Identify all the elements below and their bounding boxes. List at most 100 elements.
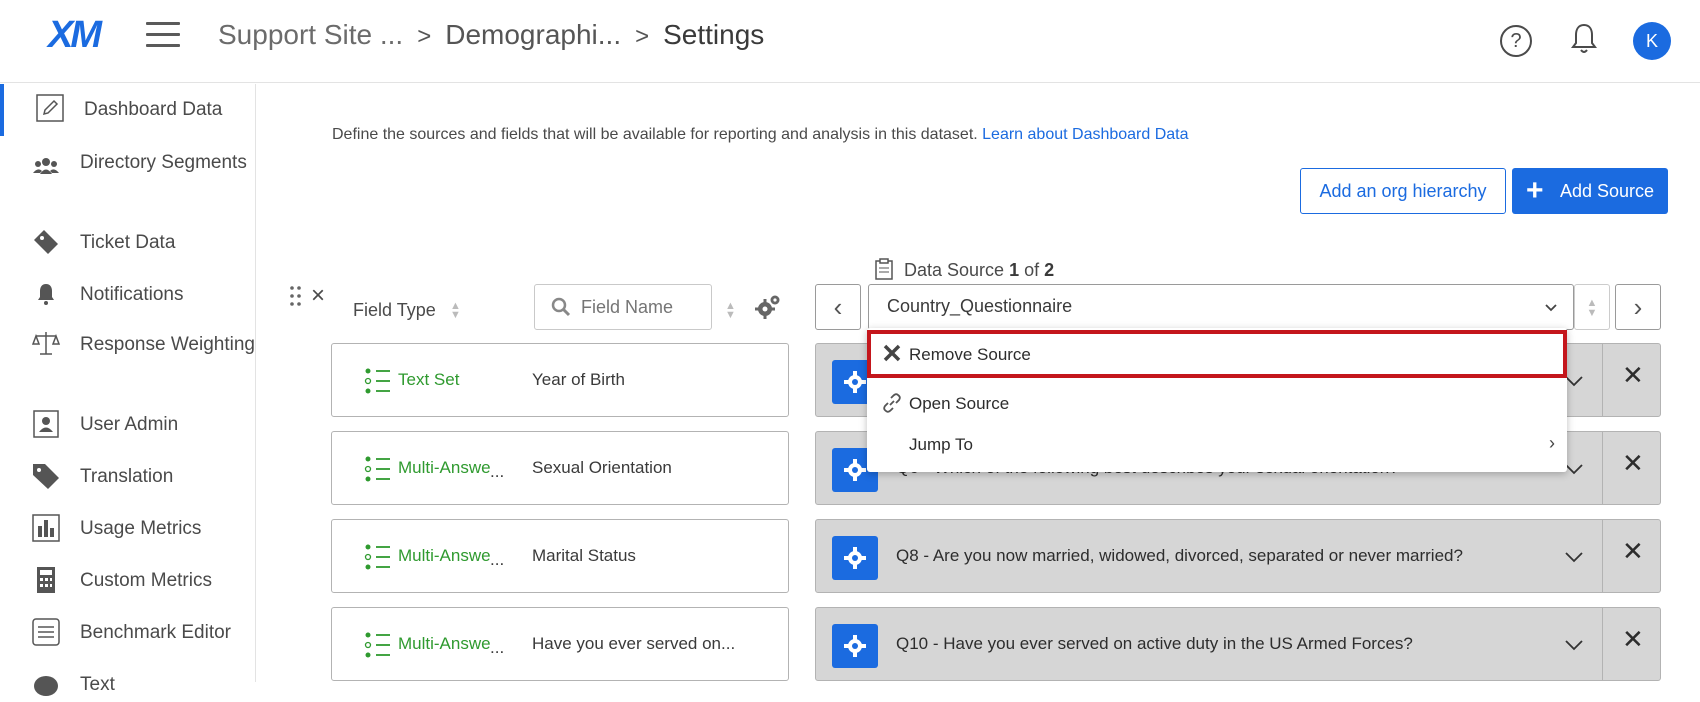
- data-source-index: 1: [1009, 260, 1020, 280]
- field-row[interactable]: Multi-Answe ... Marital Status: [331, 519, 789, 593]
- previous-source-button[interactable]: ‹: [815, 284, 861, 330]
- field-name: Sexual Orientation: [532, 458, 672, 477]
- clipboard-icon: [875, 258, 893, 280]
- tag-icon: [33, 464, 59, 489]
- calculator-icon: [37, 567, 55, 593]
- remove-source-menu-item[interactable]: Remove Source: [867, 330, 1567, 378]
- menu-item-label: Remove Source: [909, 345, 1031, 364]
- field-type-label: Multi-Answe: [398, 634, 491, 653]
- next-source-button[interactable]: ›: [1615, 284, 1661, 330]
- gear-icon: [844, 547, 866, 569]
- source-options-menu: Remove Source Open Source Jump To ›: [867, 328, 1567, 472]
- source-field-mapping[interactable]: Q8 - Are you now married, widowed, divor…: [815, 519, 1661, 593]
- chevron-down-icon[interactable]: [1564, 638, 1584, 652]
- sidebar-item-translation[interactable]: Translation: [0, 462, 255, 494]
- sidebar-item-benchmark-editor[interactable]: Benchmark Editor: [0, 618, 255, 650]
- chevron-down-icon[interactable]: [1564, 462, 1584, 476]
- data-source-text: Data Source: [904, 260, 1005, 280]
- mapped-question: Q8 - Are you now married, widowed, divor…: [896, 546, 1463, 565]
- breadcrumb-item-project[interactable]: Support Site ...: [218, 19, 403, 50]
- multi-answer-icon: [364, 456, 390, 482]
- sidebar-item-label: Directory Segments: [80, 152, 247, 173]
- add-org-hierarchy-button[interactable]: Add an org hierarchy: [1300, 168, 1506, 214]
- field-settings-button[interactable]: [832, 536, 878, 580]
- sidebar-item-response-weighting[interactable]: Response Weighting: [0, 332, 255, 384]
- gears-icon[interactable]: [753, 292, 783, 322]
- scale-icon: [31, 332, 61, 355]
- field-row[interactable]: Multi-Answe ... Have you ever served on.…: [331, 607, 789, 681]
- sidebar-item-label: Text: [80, 674, 115, 695]
- chevron-right-icon: ›: [1549, 433, 1555, 453]
- divider: [1602, 608, 1603, 680]
- page-description: Define the sources and fields that will …: [332, 126, 1189, 144]
- field-name-input[interactable]: [581, 295, 701, 319]
- sidebar-item-user-admin[interactable]: User Admin: [0, 410, 255, 442]
- jump-to-menu-item[interactable]: Jump To ›: [867, 423, 1567, 467]
- top-bar: XM Support Site ... > Demographi... > Settin…: [0, 0, 1700, 83]
- remove-mapping-icon[interactable]: ✕: [1622, 536, 1644, 567]
- sort-icon[interactable]: ▲ ▼: [450, 301, 462, 322]
- data-source-total: 2: [1044, 260, 1055, 280]
- chevron-down-icon[interactable]: [1564, 550, 1584, 564]
- multi-answer-icon: [364, 544, 390, 570]
- sidebar-item-text[interactable]: Text: [0, 670, 255, 702]
- bar-chart-icon: [32, 514, 60, 542]
- field-row[interactable]: Text Set Year of Birth: [331, 343, 789, 417]
- sidebar: Dashboard Data Directory Segments Ticket…: [0, 84, 256, 696]
- remove-mapping-icon[interactable]: ✕: [1622, 360, 1644, 391]
- menu-icon[interactable]: [146, 22, 180, 48]
- drag-handle-icon[interactable]: [289, 285, 303, 307]
- pencil-icon: [36, 94, 64, 122]
- remove-mapping-icon[interactable]: ✕: [1622, 448, 1644, 479]
- field-type-label: Multi-Answe: [398, 546, 491, 565]
- field-name: Marital Status: [532, 546, 636, 565]
- search-icon: [551, 297, 571, 317]
- sidebar-item-custom-metrics[interactable]: Custom Metrics: [0, 566, 255, 598]
- field-row[interactable]: Multi-Answe ... Sexual Orientation: [331, 431, 789, 505]
- learn-about-link[interactable]: Learn about Dashboard Data: [982, 126, 1188, 143]
- breadcrumb: Support Site ... > Demographi... > Settings: [218, 19, 764, 51]
- sidebar-item-directory-segments[interactable]: Directory Segments: [0, 150, 255, 202]
- divider: [1602, 432, 1603, 504]
- sidebar-item-ticket-data[interactable]: Ticket Data: [0, 228, 255, 260]
- sidebar-item-label: Ticket Data: [80, 232, 176, 253]
- field-name-search[interactable]: [534, 284, 712, 330]
- chevron-down-icon[interactable]: [1564, 374, 1584, 388]
- sidebar-item-label: Translation: [80, 466, 174, 487]
- description-text: Define the sources and fields that will …: [332, 126, 978, 143]
- data-source-of: of: [1024, 260, 1040, 280]
- field-settings-button[interactable]: [832, 624, 878, 668]
- xm-logo[interactable]: XM: [48, 14, 102, 57]
- add-source-button[interactable]: + Add Source: [1512, 168, 1668, 214]
- help-icon[interactable]: ?: [1500, 25, 1532, 57]
- data-source-label: Data Source 1 of 2: [904, 260, 1054, 281]
- field-name: Have you ever served on...: [532, 634, 736, 653]
- truncation-ellipsis: ...: [490, 462, 505, 481]
- sidebar-item-usage-metrics[interactable]: Usage Metrics: [0, 514, 255, 546]
- chevron-right-icon: >: [417, 23, 432, 50]
- source-sort-button[interactable]: ▲ ▼: [1574, 284, 1610, 330]
- remove-mapping-icon[interactable]: ✕: [1622, 624, 1644, 655]
- open-source-menu-item[interactable]: Open Source: [867, 382, 1567, 426]
- chevron-right-icon: >: [635, 23, 650, 50]
- source-field-mapping[interactable]: Q10 - Have you ever served on active dut…: [815, 607, 1661, 681]
- notification-bell-icon[interactable]: [1570, 22, 1598, 56]
- close-icon: [883, 344, 901, 362]
- sidebar-item-label: Dashboard Data: [84, 99, 223, 120]
- sidebar-item-label: User Admin: [80, 414, 179, 435]
- bell-icon: [38, 284, 54, 305]
- sidebar-item-notifications[interactable]: Notifications: [0, 280, 255, 312]
- field-type-label: Multi-Answe: [398, 458, 491, 477]
- chevron-down-icon: [1545, 304, 1557, 312]
- text-set-icon: [364, 368, 390, 394]
- data-source-select[interactable]: Country_Questionnaire: [868, 284, 1574, 330]
- breadcrumb-item-dashboard[interactable]: Demographi...: [445, 19, 621, 50]
- avatar[interactable]: K: [1633, 22, 1671, 60]
- plus-icon: +: [1526, 174, 1544, 207]
- field-type-header[interactable]: Field Type: [353, 300, 436, 321]
- people-icon: [33, 158, 59, 174]
- close-icon[interactable]: ×: [311, 282, 325, 310]
- sidebar-item-dashboard-data[interactable]: Dashboard Data: [0, 84, 255, 136]
- user-card-icon: [33, 410, 59, 438]
- sort-icon[interactable]: ▲ ▼: [725, 301, 737, 322]
